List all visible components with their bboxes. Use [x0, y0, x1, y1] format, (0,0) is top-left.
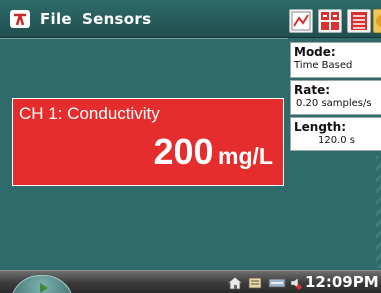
taskbar: 12:09PM	[0, 270, 381, 293]
meter-unit: mg/L	[218, 143, 273, 169]
meter-view-icon	[321, 12, 339, 30]
meter-reading: 200 mg/L	[154, 131, 273, 173]
more-icon	[376, 15, 381, 27]
meter-value: 200	[153, 131, 214, 172]
clock[interactable]: 12:09PM	[305, 273, 379, 291]
length-label: Length:	[294, 120, 346, 134]
rate-label: Rate:	[294, 83, 331, 97]
meter-view-button[interactable]	[318, 9, 342, 33]
network-icon[interactable]	[268, 276, 286, 290]
meter-display[interactable]: CH 1: Conductivity 200 mg/L	[12, 98, 284, 186]
menu-bar: File Sensors	[0, 0, 381, 38]
rate-value: 0.20 samples/s	[296, 98, 372, 109]
volume-icon[interactable]	[290, 276, 302, 290]
app-logo-icon[interactable]	[9, 9, 31, 29]
rate-box[interactable]: Rate: 0.20 samples/s	[290, 80, 381, 115]
mode-value: Time Based	[294, 60, 353, 71]
table-view-icon	[351, 12, 367, 30]
keyboard-icon[interactable]	[248, 276, 262, 290]
table-view-button[interactable]	[347, 9, 371, 33]
scroll-edge	[376, 156, 381, 268]
meter-pane: CH 1: Conductivity 200 mg/L	[0, 38, 288, 270]
play-icon	[40, 283, 48, 293]
start-button[interactable]	[10, 275, 74, 293]
more-button[interactable]	[373, 9, 381, 33]
channel-label: CH 1: Conductivity	[19, 104, 160, 123]
home-icon[interactable]	[227, 276, 243, 290]
graph-view-icon	[291, 11, 311, 31]
mode-label: Mode:	[294, 45, 336, 59]
menu-file[interactable]: File	[40, 10, 72, 28]
menu-sensors[interactable]: Sensors	[82, 10, 151, 28]
length-box[interactable]: Length: 120.0 s	[290, 117, 381, 151]
length-value: 120.0 s	[318, 135, 356, 146]
info-panel: Mode: Time Based Rate: 0.20 samples/s Le…	[288, 38, 381, 270]
graph-view-button[interactable]	[289, 9, 313, 33]
mode-box[interactable]: Mode: Time Based	[290, 42, 381, 78]
